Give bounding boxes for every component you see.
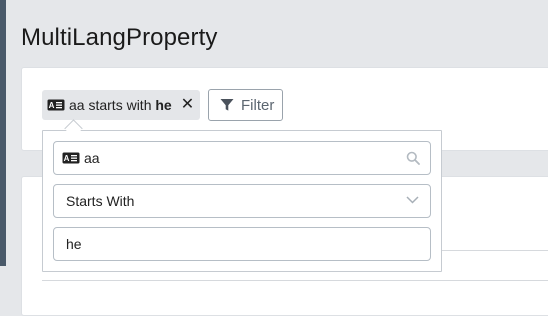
filter-operator: starts with — [88, 97, 152, 113]
chevron-down-icon — [406, 196, 419, 204]
property-select[interactable]: A aa — [53, 141, 431, 175]
property-select-value: aa — [84, 150, 100, 166]
filter-value-field[interactable] — [53, 227, 431, 261]
filter-property: aa — [69, 97, 85, 113]
search-icon — [406, 151, 420, 165]
filter-button-label: Filter — [241, 96, 275, 114]
svg-text:A: A — [49, 101, 55, 110]
language-text-icon: A — [47, 99, 65, 111]
language-text-icon: A — [62, 152, 80, 164]
filter-button[interactable]: Filter — [208, 89, 283, 121]
operator-select-value: Starts With — [66, 193, 135, 209]
operator-select[interactable]: Starts With — [53, 184, 431, 218]
filter-value-input[interactable] — [66, 236, 406, 252]
table-divider — [42, 280, 548, 281]
close-icon[interactable]: ✕ — [181, 97, 194, 113]
page-title: MultiLangProperty — [21, 24, 218, 51]
filter-value: he — [155, 97, 172, 113]
active-filter-label: aa starts with he — [69, 97, 172, 113]
sidebar-edge — [0, 0, 6, 266]
svg-text:A: A — [64, 154, 70, 163]
funnel-icon — [220, 98, 234, 112]
active-filter-chip[interactable]: A aa starts with he ✕ — [42, 90, 200, 120]
